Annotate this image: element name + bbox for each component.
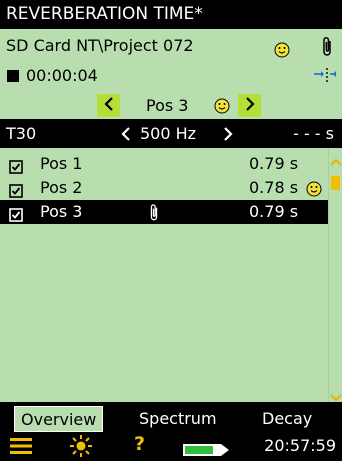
position-label: Pos 3	[146, 96, 189, 115]
paperclip-icon[interactable]	[148, 202, 160, 229]
list-item[interactable]: Pos 1 0.79 s	[0, 152, 328, 176]
status-path-row: SD Card NT\Project 072	[0, 31, 342, 61]
list-item-name: Pos 2	[40, 178, 83, 197]
help-icon[interactable]: ?	[134, 433, 145, 455]
project-path[interactable]: SD Card NT\Project 072	[6, 31, 194, 61]
window-title: REVERBERATION TIME*	[6, 4, 203, 24]
parameter-row: T30 500 Hz - - - s	[0, 120, 342, 148]
status-time-row: 00:00:04	[0, 63, 342, 89]
list-item-value: 0.79 s	[249, 202, 299, 221]
parameter-value: - - - s	[293, 124, 334, 143]
frequency-value[interactable]: 500 Hz	[140, 120, 196, 148]
bottom-bar: ? 20:57:59	[0, 433, 342, 459]
list-item-name: Pos 1	[40, 154, 83, 173]
chevron-left-icon	[103, 96, 115, 116]
tab-decay[interactable]: Decay	[262, 406, 312, 432]
list-item[interactable]: Pos 2 0.78 s	[0, 176, 328, 200]
scroll-thumb[interactable]	[331, 176, 340, 190]
tab-spectrum[interactable]: Spectrum	[139, 406, 217, 432]
parameter-name[interactable]: T30	[6, 120, 36, 148]
battery-icon	[183, 441, 229, 460]
list-item-selected[interactable]: Pos 3 0.79 s	[0, 200, 328, 224]
position-navigator: Pos 3	[0, 92, 342, 119]
list-item-value: 0.78 s	[249, 178, 299, 197]
menu-icon[interactable]	[10, 438, 32, 458]
smiley-icon	[214, 98, 230, 118]
checkbox-checked-icon[interactable]	[9, 205, 23, 222]
scroll-up-icon[interactable]	[330, 152, 342, 171]
next-position-button[interactable]	[238, 94, 261, 117]
trigger-icon	[313, 66, 337, 94]
scrollbar[interactable]	[328, 148, 342, 402]
clock: 20:57:59	[264, 436, 336, 455]
backlight-icon[interactable]	[70, 435, 92, 461]
checkbox-checked-icon[interactable]	[9, 181, 23, 198]
list-item-name: Pos 3	[40, 202, 83, 221]
elapsed-time: 00:00:04	[26, 66, 98, 85]
stop-icon	[7, 70, 19, 82]
list-item-value: 0.79 s	[249, 154, 299, 173]
previous-position-button[interactable]	[97, 94, 120, 117]
position-list: Pos 1 0.79 s Pos 2 0.78 s Pos 3 0.79 s	[0, 148, 328, 402]
chevron-right-icon	[244, 96, 256, 116]
tab-overview[interactable]: Overview	[14, 406, 104, 432]
title-bar: REVERBERATION TIME*	[0, 0, 342, 29]
checkbox-checked-icon[interactable]	[9, 157, 23, 174]
tab-bar: Overview Spectrum Decay	[0, 402, 342, 433]
